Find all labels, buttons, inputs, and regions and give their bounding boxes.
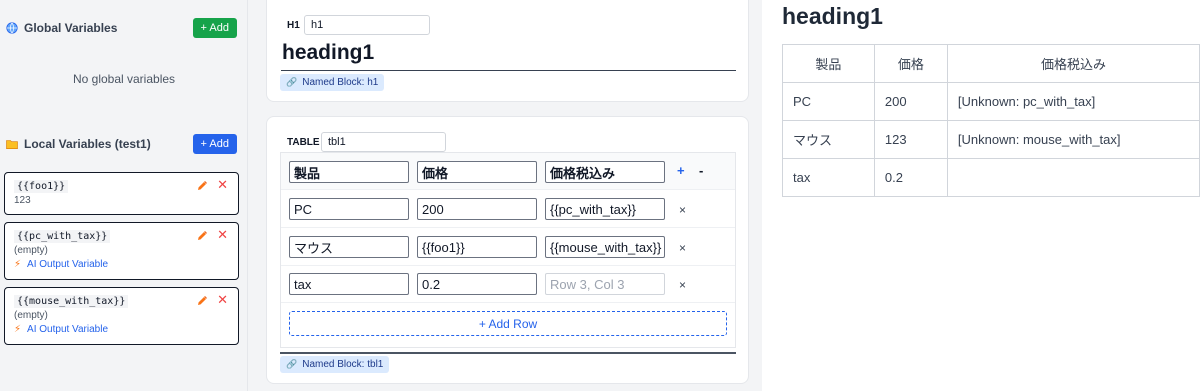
table-cell[interactable]: {{foo1}}	[417, 236, 537, 258]
variable-name: {{foo1}}	[14, 180, 69, 193]
add-global-variable-button[interactable]: + Add	[192, 18, 237, 38]
table-cell[interactable]: 0.2	[417, 273, 537, 295]
link-icon: 🔗	[286, 359, 298, 369]
row-divider	[281, 189, 735, 190]
named-block-label: Named Block: h1	[302, 77, 379, 88]
header-cell[interactable]: 製品	[289, 161, 409, 183]
variable-name: {{pc_with_tax}}	[14, 230, 111, 243]
variable-card-pc-with-tax[interactable]: {{pc_with_tax}} (empty) ⚡ AI Output Vari…	[4, 222, 239, 280]
preview-header-cell: 価格	[873, 44, 948, 83]
table-editor: 製品 価格 価格税込み + - PC 200 {{pc_with_tax}} ×…	[280, 152, 736, 348]
pencil-icon[interactable]	[196, 180, 208, 192]
close-icon[interactable]: ✕	[217, 228, 228, 242]
preview-table: 製品 価格 価格税込み PC 200 [Unknown: pc_with_tax…	[782, 44, 1200, 197]
preview-heading: heading1	[782, 3, 883, 29]
preview-cell: マウス	[782, 120, 875, 159]
variable-value: (empty)	[14, 245, 48, 256]
local-variables-header: Local Variables (test1) + Add	[6, 134, 239, 154]
pencil-icon[interactable]	[196, 295, 208, 307]
no-global-variables-text: No global variables	[72, 72, 176, 86]
preview-cell: 123	[873, 120, 948, 159]
heading-divider	[281, 70, 736, 71]
table-divider	[280, 352, 736, 354]
preview-header-row: 製品 価格 価格税込み	[782, 44, 1200, 83]
ai-output-label: AI Output Variable	[27, 324, 109, 335]
preview-cell: tax	[782, 158, 875, 197]
table-cell[interactable]: マウス	[289, 236, 409, 258]
header-cell[interactable]: 価格税込み	[545, 161, 665, 183]
ai-output-badge: ⚡ AI Output Variable	[14, 259, 229, 270]
variables-sidebar: Global Variables + Add No global variabl…	[0, 0, 248, 391]
close-icon[interactable]: ✕	[217, 293, 228, 307]
variable-card-mouse-with-tax[interactable]: {{mouse_with_tax}} (empty) ⚡ AI Output V…	[4, 287, 239, 345]
preview-cell	[946, 158, 1200, 197]
ai-output-badge: ⚡ AI Output Variable	[14, 324, 229, 335]
add-local-variable-button[interactable]: + Add	[192, 134, 237, 154]
remove-column-button[interactable]: -	[699, 163, 703, 178]
table-cell[interactable]: {{pc_with_tax}}	[545, 198, 665, 220]
variable-card-foo1[interactable]: {{foo1}} 123 ✕	[4, 172, 239, 215]
close-icon[interactable]: ✕	[217, 178, 228, 192]
preview-cell: 200	[873, 82, 948, 121]
add-row-button[interactable]: + Add Row	[289, 311, 727, 336]
heading-block: H1 h1 heading1 🔗 Named Block: h1	[266, 0, 749, 102]
preview-cell: 0.2	[873, 158, 948, 197]
named-block-label: Named Block: tbl1	[302, 359, 384, 370]
ai-output-label: AI Output Variable	[27, 259, 109, 270]
heading-name-input[interactable]: h1	[304, 15, 430, 35]
block-type-tag: H1	[287, 20, 300, 31]
named-block-badge: 🔗 Named Block: h1	[280, 74, 385, 91]
delete-row-button[interactable]: ×	[679, 241, 686, 255]
preview-cell: [Unknown: mouse_with_tax]	[946, 120, 1200, 159]
pencil-icon[interactable]	[196, 230, 208, 242]
bolt-icon: ⚡	[14, 259, 22, 270]
table-block: TABLE tbl1 製品 価格 価格税込み + - PC 200 {{pc_w…	[266, 116, 749, 384]
preview-row: tax 0.2	[782, 158, 1200, 197]
preview-row: PC 200 [Unknown: pc_with_tax]	[782, 82, 1200, 121]
preview-row: マウス 123 [Unknown: mouse_with_tax]	[782, 120, 1200, 159]
table-cell-empty[interactable]: Row 3, Col 3	[545, 273, 665, 295]
link-icon: 🔗	[286, 77, 298, 87]
variable-name: {{mouse_with_tax}}	[14, 295, 129, 308]
table-cell[interactable]: tax	[289, 273, 409, 295]
table-cell[interactable]: PC	[289, 198, 409, 220]
preview-pane: heading1 製品 価格 価格税込み PC 200 [Unknown: pc…	[762, 0, 1200, 391]
global-variables-title: Global Variables	[24, 21, 118, 35]
preview-header-cell: 価格税込み	[946, 44, 1200, 83]
variable-value: 123	[14, 195, 31, 206]
table-cell[interactable]: 200	[417, 198, 537, 220]
row-divider	[281, 302, 735, 303]
named-block-badge: 🔗 Named Block: tbl1	[280, 356, 390, 373]
global-variables-header: Global Variables + Add	[6, 18, 239, 38]
local-variables-title: Local Variables (test1)	[24, 137, 151, 151]
delete-row-button[interactable]: ×	[679, 203, 686, 217]
add-column-button[interactable]: +	[677, 163, 685, 178]
preview-cell: PC	[782, 82, 875, 121]
table-cell[interactable]: {{mouse_with_tax}}	[545, 236, 665, 258]
heading-text[interactable]: heading1	[282, 41, 374, 65]
variable-value: (empty)	[14, 310, 48, 321]
table-name-input[interactable]: tbl1	[321, 132, 446, 152]
row-divider	[281, 227, 735, 228]
preview-header-cell: 製品	[782, 44, 875, 83]
globe-icon	[6, 22, 18, 34]
row-divider	[281, 265, 735, 266]
header-cell[interactable]: 価格	[417, 161, 537, 183]
block-type-tag: TABLE	[287, 137, 320, 148]
delete-row-button[interactable]: ×	[679, 278, 686, 292]
preview-cell: [Unknown: pc_with_tax]	[946, 82, 1200, 121]
bolt-icon: ⚡	[14, 324, 22, 335]
folder-icon	[6, 138, 18, 150]
